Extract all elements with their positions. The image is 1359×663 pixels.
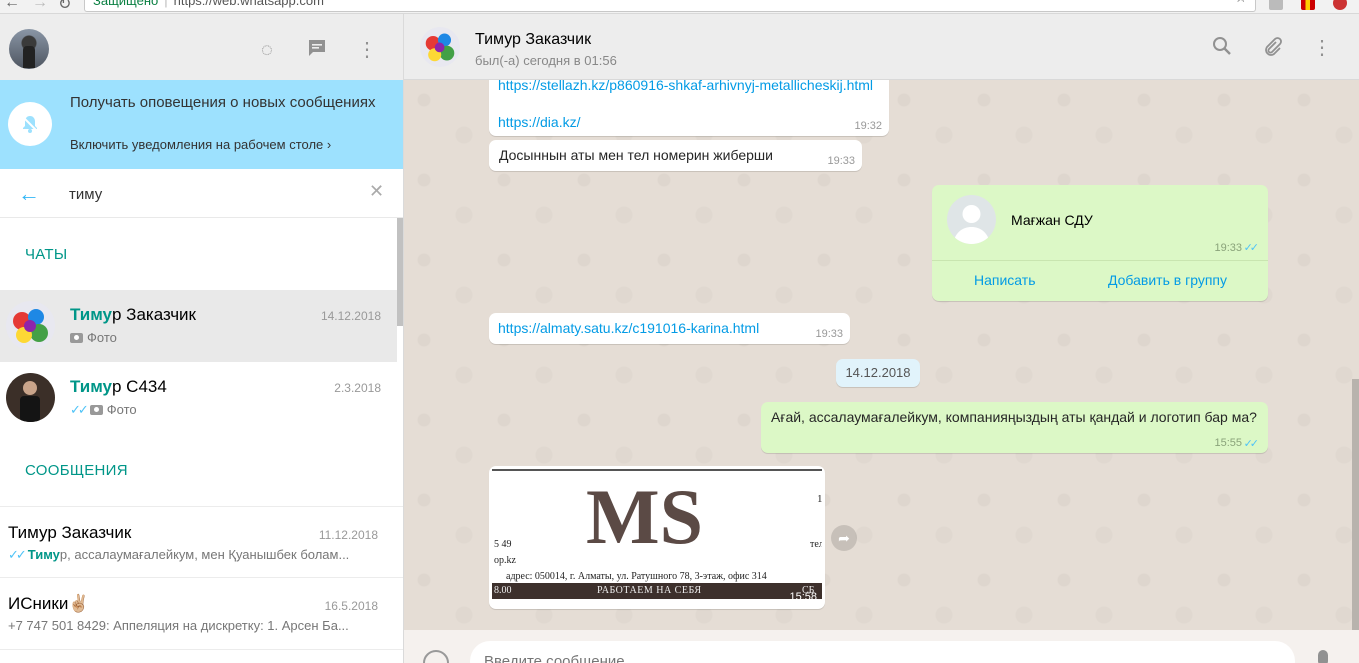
message-result-date: 11.12.2018	[318, 528, 378, 542]
extension-icon[interactable]	[1269, 0, 1283, 10]
back-arrow-icon[interactable]: ←	[18, 181, 40, 207]
camera-icon	[70, 333, 83, 343]
status-icon[interactable]: ◌	[255, 38, 279, 62]
incoming-message-bubble: https://stellazh.kz/p860916-shkaf-arhivn…	[489, 80, 889, 136]
forward-icon[interactable]: →	[32, 0, 48, 12]
read-ticks-icon: ✓✓	[1243, 242, 1260, 254]
contact-card-name: Мағжан СДУ	[1011, 212, 1093, 228]
read-ticks-icon: ✓✓	[70, 402, 89, 417]
incoming-image-message[interactable]: MS 5 49 op.kz тел 1 адрес: 050014, г. Ал…	[489, 466, 825, 609]
new-chat-icon[interactable]	[305, 38, 329, 62]
sidebar-scrollbar[interactable]	[397, 218, 403, 326]
chats-section-title: ЧАТЫ	[25, 246, 68, 263]
menu-icon[interactable]: ⋮	[355, 38, 379, 62]
contact-write-button[interactable]: Написать	[974, 272, 1035, 288]
contact-card-avatar	[947, 195, 996, 244]
conversation-header[interactable]: Тимур Заказчик был(-а) сегодня в 01:56 ⋮	[404, 14, 1359, 80]
outgoing-contact-card: Мағжан СДУ 19:33 ✓✓ Написать Добавить в …	[932, 185, 1268, 301]
image-logo-text: MS	[586, 473, 703, 560]
contact-add-to-group-button[interactable]: Добавить в группу	[1108, 272, 1227, 288]
message-text: Досыннын аты мен тел номерин жиберши	[499, 147, 773, 163]
flag-extension-icon[interactable]	[1301, 0, 1315, 10]
message-time: 19:33	[815, 328, 843, 340]
message-input[interactable]	[470, 641, 1295, 663]
url-text: https://web.whatsapp.com	[173, 0, 324, 8]
conversation-scrollbar[interactable]	[1352, 379, 1359, 630]
chat-name: Тимур Заказчик	[70, 305, 196, 324]
chat-last-message: Фото	[70, 330, 117, 345]
contact-name: Тимур Заказчик	[475, 31, 592, 48]
search-input[interactable]	[69, 182, 349, 206]
message-time: 19:33	[827, 155, 855, 167]
address-bar[interactable]: Защищено|https://web.whatsapp.com ☆	[84, 0, 1256, 12]
message-result-preview: ✓✓ Тимур, ассалаумағалейкум, мен Қуанышбе…	[8, 547, 350, 562]
conversation-menu-icon[interactable]: ⋮	[1310, 36, 1334, 60]
chat-row[interactable]: Тимур С434 2.3.2018 ✓✓ Фото	[0, 362, 397, 434]
profile-avatar[interactable]	[9, 29, 49, 69]
secure-label: Защищено	[93, 0, 159, 8]
date-divider: 14.12.2018	[836, 359, 920, 387]
message-composer	[404, 630, 1359, 663]
chat-last-message: ✓✓ Фото	[70, 402, 137, 417]
notification-title: Получать оповещения о новых сообщениях	[70, 94, 376, 111]
message-result-name: Тимур Заказчик	[8, 523, 132, 542]
incoming-message-bubble: https://almaty.satu.kz/c191016-karina.ht…	[489, 313, 850, 344]
message-time: 15:58	[789, 591, 817, 603]
outgoing-message-bubble: Ағай, ассалаумағалейкум, компанияңыздың …	[761, 402, 1268, 453]
chat-name: Тимур С434	[70, 377, 167, 396]
contact-last-seen: был(-а) сегодня в 01:56	[475, 53, 617, 68]
sidebar: ◌ ⋮ Получать оповещения о новых сообщени…	[0, 14, 404, 663]
message-result-row[interactable]: Тимур Заказчик 11.12.2018 ✓✓ Тимур, ассал…	[0, 506, 403, 578]
adblock-extension-icon[interactable]	[1333, 0, 1347, 10]
reload-icon[interactable]: ↻	[58, 0, 71, 13]
message-time: 15:55	[1214, 437, 1242, 449]
contact-avatar[interactable]	[420, 27, 460, 67]
browser-toolbar: ← → ↻ Защищено | https://web.whatsapp.com …	[0, 0, 1359, 14]
read-ticks-icon: ✓✓	[8, 547, 27, 562]
incoming-message-bubble: Досыннын аты мен тел номерин жиберши 19:…	[489, 140, 862, 171]
message-result-date: 16.5.2018	[324, 599, 378, 613]
notification-banner: Получать оповещения о новых сообщениях В…	[0, 80, 403, 169]
message-link[interactable]: https://almaty.satu.kz/c191016-karina.ht…	[498, 320, 759, 336]
read-ticks-icon: ✓✓	[1243, 438, 1260, 450]
message-result-name: ИСники✌🏼	[8, 594, 90, 613]
back-icon[interactable]: ←	[4, 0, 20, 12]
message-list[interactable]: https://stellazh.kz/p860916-shkaf-arhivn…	[404, 80, 1359, 630]
search-icon[interactable]	[1210, 36, 1234, 60]
messages-section-title: СООБЩЕНИЯ	[25, 462, 128, 479]
message-time: 19:33	[1214, 242, 1242, 254]
message-result-preview: +7 747 501 8429: Аппеляция на дискретку:…	[8, 618, 349, 633]
microphone-icon[interactable]	[1318, 650, 1328, 663]
chat-avatar	[6, 301, 55, 350]
camera-icon	[89, 405, 103, 415]
bookmark-star-icon[interactable]: ☆	[1234, 0, 1247, 4]
chat-date: 14.12.2018	[320, 309, 381, 323]
sidebar-header: ◌ ⋮	[0, 14, 403, 80]
forward-icon[interactable]: ➦	[831, 525, 857, 551]
chat-row[interactable]: Тимур Заказчик 14.12.2018 Фото	[0, 290, 397, 362]
emoji-icon[interactable]	[423, 650, 449, 663]
chat-date: 2.3.2018	[334, 381, 381, 395]
clear-search-icon[interactable]: ✕	[369, 181, 384, 202]
message-text: Ағай, ассалаумағалейкум, компанияңыздың …	[771, 409, 1257, 425]
attach-paperclip-icon[interactable]	[1260, 36, 1284, 60]
conversation-panel: Тимур Заказчик был(-а) сегодня в 01:56 ⋮…	[404, 14, 1359, 663]
bell-off-icon	[8, 102, 52, 146]
search-bar: ← ✕	[0, 169, 403, 218]
message-link[interactable]: https://dia.kz/	[498, 114, 580, 130]
message-result-row[interactable]: ИСники✌🏼 16.5.2018 +7 747 501 8429: Аппе…	[0, 578, 403, 650]
chat-avatar	[6, 373, 55, 422]
message-link[interactable]: https://stellazh.kz/p860916-shkaf-arhivn…	[498, 80, 873, 93]
enable-notifications-link[interactable]: Включить уведомления на рабочем столе ›	[70, 137, 331, 152]
message-time: 19:32	[854, 120, 882, 132]
whatsapp-app: ◌ ⋮ Получать оповещения о новых сообщени…	[0, 14, 1359, 663]
message-image[interactable]: MS 5 49 op.kz тел 1 адрес: 050014, г. Ал…	[492, 469, 822, 606]
